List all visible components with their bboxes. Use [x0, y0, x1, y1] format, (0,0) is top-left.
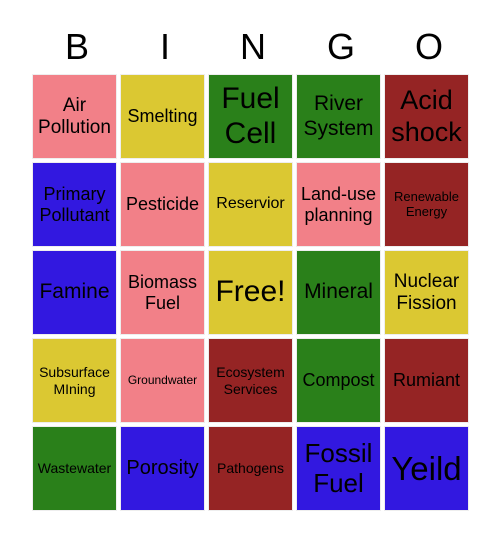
bingo-cell[interactable]: Pesticide [120, 162, 205, 247]
bingo-cell[interactable]: Famine [32, 250, 117, 335]
bingo-cell[interactable]: Porosity [120, 426, 205, 511]
bingo-cell[interactable]: Free! [208, 250, 293, 335]
header-letter-g: G [326, 26, 355, 67]
bingo-cell[interactable]: Ecosystem Services [208, 338, 293, 423]
bingo-cell[interactable]: Renewable Energy [384, 162, 469, 247]
bingo-cell[interactable]: Mineral [296, 250, 381, 335]
bingo-cell[interactable]: Smelting [120, 74, 205, 159]
bingo-cell[interactable]: Groundwater [120, 338, 205, 423]
bingo-cell[interactable]: Reservior [208, 162, 293, 247]
bingo-cell[interactable]: Rumiant [384, 338, 469, 423]
bingo-card: Air Pollution Smelting Fuel Cell River Syst… [32, 74, 469, 511]
bingo-cell[interactable]: Yeild [384, 426, 469, 511]
bingo-cell[interactable]: Primary Pollutant [32, 162, 117, 247]
bingo-cell[interactable]: Biomass Fuel [120, 250, 205, 335]
bingo-cell[interactable]: Fuel Cell [208, 74, 293, 159]
header-letter-n: N [240, 26, 266, 67]
bingo-cell[interactable]: Compost [296, 338, 381, 423]
header-letter-b: B [64, 26, 89, 67]
header-letter-o: O [414, 26, 443, 67]
bingo-cell[interactable]: Wastewater [32, 426, 117, 511]
bingo-cell[interactable]: River System [296, 74, 381, 159]
bingo-cell[interactable]: Pathogens [208, 426, 293, 511]
bingo-cell[interactable]: Nuclear Fission [384, 250, 469, 335]
bingo-cell[interactable]: Land-use planning [296, 162, 381, 247]
bingo-cell[interactable]: Subsurface MIning [32, 338, 117, 423]
bingo-cell[interactable]: Air Pollution [32, 74, 117, 159]
bingo-cell[interactable]: Acid shock [384, 74, 469, 159]
header-letter-i: I [159, 26, 170, 67]
bingo-cell[interactable]: Fossil Fuel [296, 426, 381, 511]
